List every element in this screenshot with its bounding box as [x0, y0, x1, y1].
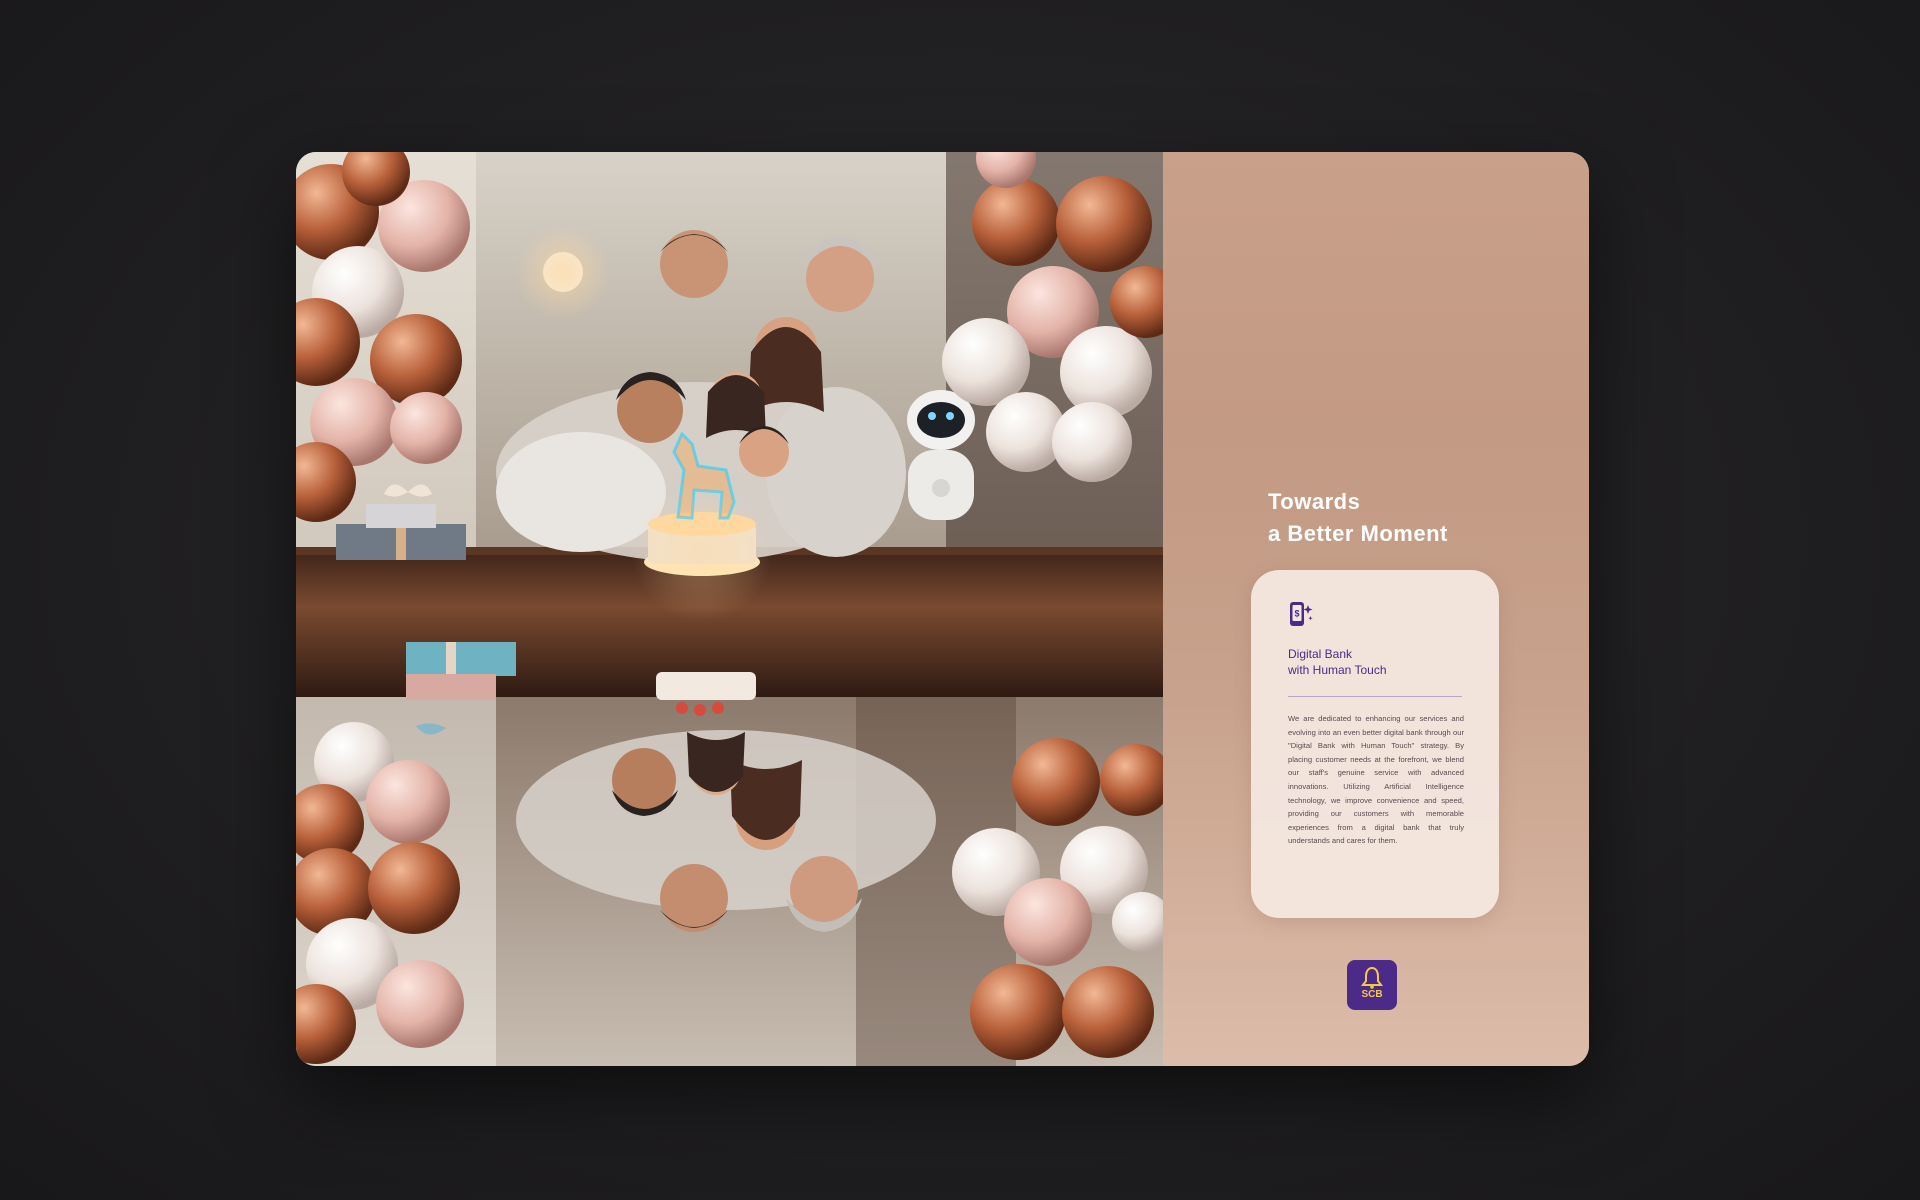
info-card-title-line-2: with Human Touch [1288, 663, 1387, 677]
bell-logo-icon [1361, 966, 1383, 989]
headline-line-1: Towards [1268, 489, 1361, 514]
svg-text:$: $ [1294, 609, 1299, 619]
photo-illustration [296, 152, 1163, 1066]
headline: Towards a Better Moment [1268, 486, 1448, 550]
mobile-bank-sparkle-icon: $ [1290, 602, 1313, 626]
logo-text: SCB [1361, 989, 1383, 1000]
family-celebration-photo [296, 152, 1163, 1066]
info-card-divider [1288, 696, 1462, 697]
info-card-title-line-1: Digital Bank [1288, 647, 1353, 661]
scb-logo: SCB [1347, 960, 1397, 1010]
info-card-title: Digital Bank with Human Touch [1288, 646, 1478, 678]
info-card-body: We are dedicated to enhancing our servic… [1288, 714, 1464, 846]
headline-line-2: a Better Moment [1268, 521, 1448, 546]
content-panel: Towards a Better Moment $ Digital Bank w… [1163, 152, 1589, 1066]
info-card: $ Digital Bank with Human Touch We are d… [1251, 570, 1499, 918]
presentation-card: Towards a Better Moment $ Digital Bank w… [296, 152, 1589, 1066]
